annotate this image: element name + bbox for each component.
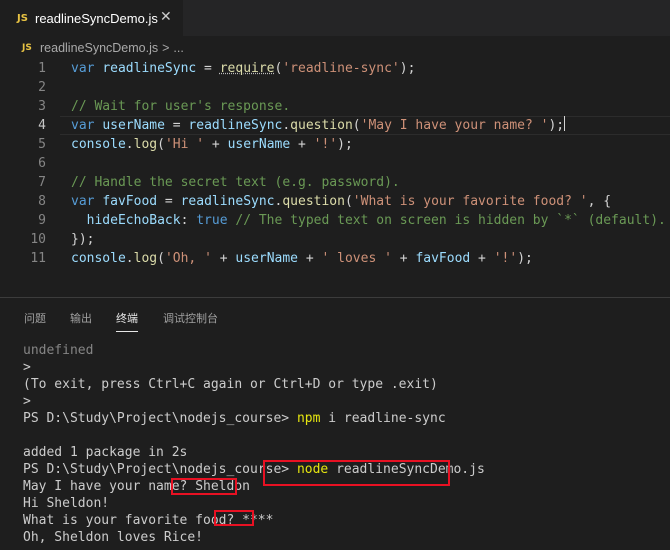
line-number: 11 xyxy=(30,251,46,266)
code-text: var favFood = readlineSync.question('Wha… xyxy=(71,194,612,209)
terminal-line: undefined xyxy=(23,343,94,358)
breadcrumb: JS readlineSyncDemo.js > ... xyxy=(0,37,670,59)
code-line: 6 xyxy=(0,154,670,173)
highlight-box-node-command xyxy=(263,460,450,486)
code-text: hideEchoBack: true // The typed text on … xyxy=(86,213,666,228)
line-number: 5 xyxy=(38,137,46,152)
code-line: 2 xyxy=(0,78,670,97)
line-number: 9 xyxy=(38,213,46,228)
close-icon[interactable]: ✕ xyxy=(160,9,172,25)
line-number: 4 xyxy=(38,118,46,133)
breadcrumb-file[interactable]: readlineSyncDemo.js xyxy=(40,41,158,55)
code-line: 10 }); xyxy=(0,230,670,249)
terminal-output: What is your favorite food? xyxy=(23,513,243,528)
code-text: console.log('Hi ' + userName + '!'); xyxy=(71,137,353,152)
terminal-line: Oh, Sheldon loves Rice! xyxy=(23,530,204,545)
code-line-current: 4 var userName = readlineSync.question('… xyxy=(0,116,670,135)
code-text: }); xyxy=(71,232,95,247)
code-text: console.log('Oh, ' + userName + ' loves … xyxy=(71,251,533,266)
line-number: 3 xyxy=(38,99,46,114)
tab-readlinesyncdemo[interactable]: JS readlineSyncDemo.js ✕ xyxy=(0,0,183,36)
code-text: var userName = readlineSync.question('Ma… xyxy=(71,116,566,133)
code-editor[interactable]: 1 var readlineSync = require('readline-s… xyxy=(0,59,670,277)
code-line: 3 // Wait for user's response. xyxy=(0,97,670,116)
code-line: 7 // Handle the secret text (e.g. passwo… xyxy=(0,173,670,192)
panel-tab-bar: 问题 输出 终端 调试控制台 xyxy=(0,298,670,334)
javascript-file-icon: JS xyxy=(17,12,28,24)
line-number: 7 xyxy=(38,175,46,190)
tab-debug-console[interactable]: 调试控制台 xyxy=(163,310,218,326)
code-comment: // Wait for user's response. xyxy=(71,99,291,114)
terminal-prompt: PS D:\Study\Project\nodejs_course> xyxy=(23,462,297,477)
highlight-box-food-input xyxy=(214,510,254,526)
code-line: 9 hideEchoBack: true // The typed text o… xyxy=(0,211,670,230)
line-number: 10 xyxy=(30,232,46,247)
terminal-output: May I have your name? xyxy=(23,479,196,494)
chevron-right-icon: > xyxy=(162,41,170,55)
code-line: 11 console.log('Oh, ' + userName + ' lov… xyxy=(0,249,670,268)
line-number: 8 xyxy=(38,194,46,209)
terminal-line: > xyxy=(23,360,31,375)
line-number: 1 xyxy=(38,61,46,76)
tab-problems[interactable]: 问题 xyxy=(24,310,46,326)
code-line: 1 var readlineSync = require('readline-s… xyxy=(0,59,670,78)
terminal-prompt: PS D:\Study\Project\nodejs_course> xyxy=(23,411,297,426)
code-comment: // Handle the secret text (e.g. password… xyxy=(71,175,400,190)
tab-terminal[interactable]: 终端 xyxy=(116,310,138,332)
code-line: 5 console.log('Hi ' + userName + '!'); xyxy=(0,135,670,154)
terminal-command-args: i readline-sync xyxy=(320,411,446,426)
javascript-file-icon: JS xyxy=(22,43,32,53)
terminal-line: added 1 package in 2s xyxy=(23,445,188,460)
terminal-line: (To exit, press Ctrl+C again or Ctrl+D o… xyxy=(23,377,438,392)
breadcrumb-more[interactable]: ... xyxy=(173,41,183,55)
line-number: 6 xyxy=(38,156,46,171)
terminal-command-name: npm xyxy=(296,411,321,426)
code-line: 8 var favFood = readlineSync.question('W… xyxy=(0,192,670,211)
terminal-line: Hi Sheldon! xyxy=(23,496,110,511)
code-text: var readlineSync = require('readline-syn… xyxy=(71,61,416,76)
tab-output[interactable]: 输出 xyxy=(70,310,92,326)
terminal-line: PS D:\Study\Project\nodejs_course> npm i… xyxy=(23,410,446,427)
editor-tab-bar: JS readlineSyncDemo.js ✕ xyxy=(0,0,670,36)
terminal-line: > xyxy=(23,394,31,409)
highlight-box-name-input xyxy=(171,478,237,495)
line-number: 2 xyxy=(38,80,46,95)
tab-title: readlineSyncDemo.js xyxy=(35,10,158,26)
text-cursor xyxy=(564,116,566,131)
